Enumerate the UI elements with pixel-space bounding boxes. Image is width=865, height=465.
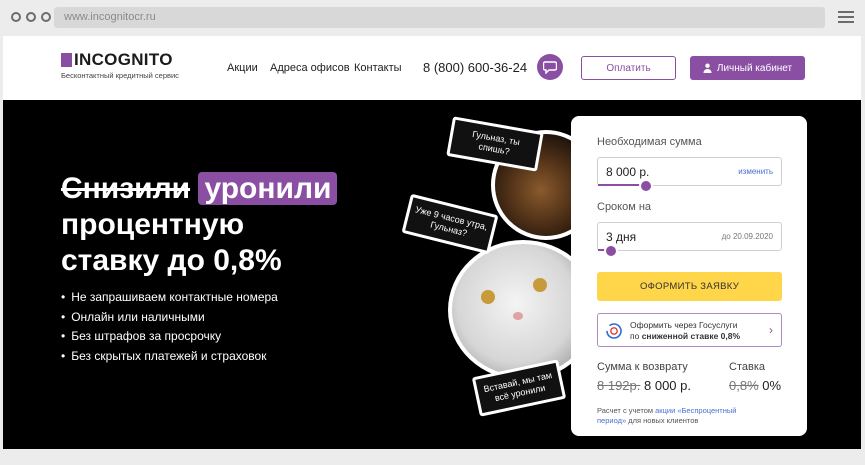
gosuslugi-text: Оформить через Госуслуги по сниженной ст… — [630, 320, 741, 341]
cabinet-label: Личный кабинет — [716, 62, 793, 74]
headline-line-3: ставку до 0,8% — [61, 244, 282, 277]
logo-subtitle: Бесконтактный кредитный сервис — [61, 71, 179, 80]
rate-value: 0,8% 0% — [729, 378, 781, 393]
site-header: INCOGNITO Бесконтактный кредитный сервис… — [3, 36, 861, 100]
chevron-right-icon: › — [769, 323, 773, 337]
nav-link-promotions[interactable]: Акции — [227, 62, 258, 74]
gosuslugi-icon — [606, 323, 622, 339]
speech-bubble: Гульназ, ты спишь? — [446, 116, 544, 172]
white-cat-nose — [513, 312, 523, 320]
amount-field[interactable]: 8 000 р. изменить — [597, 157, 782, 193]
logo-text: INCOGNITO — [74, 50, 173, 69]
term-value: 3 дня — [606, 230, 637, 244]
chat-icon — [543, 60, 557, 74]
term-label: Сроком на — [597, 201, 652, 213]
term-field[interactable]: 3 дня до 20.09.2020 — [597, 222, 782, 258]
browser-window: www.incognitocr.ru INCOGNITO Бесконтактн… — [0, 0, 865, 465]
loan-calculator: Необходимая сумма 8 000 р. изменить Срок… — [571, 116, 807, 436]
window-dot-maximize[interactable] — [41, 12, 51, 22]
benefit-item: Без штрафов за просрочку — [61, 329, 278, 349]
headline-strike: Снизили — [61, 172, 191, 205]
hero-headline: Снизили уронили процентную ставку до 0,8… — [61, 171, 338, 279]
phone-number[interactable]: 8 (800) 600-36-24 — [423, 60, 527, 75]
user-icon — [703, 63, 712, 73]
apply-button[interactable]: ОФОРМИТЬ ЗАЯВКУ — [597, 272, 782, 301]
amount-slider-handle[interactable] — [639, 179, 653, 193]
benefits-list: Не запрашиваем контактные номера Онлайн … — [61, 290, 278, 368]
rate-label: Ставка — [729, 361, 765, 373]
headline-line-2: процентную — [61, 208, 245, 241]
term-slider-handle[interactable] — [604, 244, 618, 258]
return-label: Сумма к возврату — [597, 361, 688, 373]
white-cat-eye-left — [481, 290, 495, 304]
window-controls[interactable] — [11, 12, 51, 22]
amount-value: 8 000 р. — [606, 165, 650, 179]
browser-toolbar: www.incognitocr.ru — [0, 0, 865, 36]
benefit-item: Не запрашиваем контактные номера — [61, 290, 278, 310]
headline-highlight: уронили — [198, 172, 338, 205]
nav-link-contacts[interactable]: Контакты — [354, 62, 402, 74]
return-old: 8 192р. — [597, 378, 641, 393]
rate-new: 0% — [762, 378, 782, 393]
gosuslugi-button[interactable]: Оформить через Госуслуги по сниженной ст… — [597, 313, 782, 347]
amount-change-link[interactable]: изменить — [738, 167, 773, 176]
window-dot-close[interactable] — [11, 12, 21, 22]
promo-note: Расчет с учетом акции «Беспроцентный пер… — [597, 406, 737, 425]
window-dot-minimize[interactable] — [26, 12, 36, 22]
nav-link-offices[interactable]: Адреса офисов — [270, 62, 350, 74]
return-new: 8 000 р. — [644, 378, 691, 393]
term-until: до 20.09.2020 — [721, 232, 773, 241]
amount-label: Необходимая сумма — [597, 136, 702, 148]
cabinet-button[interactable]: Личный кабинет — [690, 56, 805, 80]
benefit-item: Без скрытых платежей и страховок — [61, 349, 278, 369]
return-value: 8 192р. 8 000 р. — [597, 378, 691, 393]
rate-old: 0,8% — [729, 378, 759, 393]
address-bar[interactable]: www.incognitocr.ru — [54, 7, 825, 28]
logo-mark-icon — [61, 53, 72, 67]
menu-icon[interactable] — [838, 11, 854, 26]
benefit-item: Онлайн или наличными — [61, 310, 278, 330]
logo[interactable]: INCOGNITO Бесконтактный кредитный сервис — [61, 50, 179, 80]
pay-button[interactable]: Оплатить — [581, 56, 676, 80]
chat-button[interactable] — [537, 54, 563, 80]
speech-bubble: Уже 9 часов утра, Гульназ? — [401, 193, 499, 255]
white-cat-eye-right — [533, 278, 547, 292]
